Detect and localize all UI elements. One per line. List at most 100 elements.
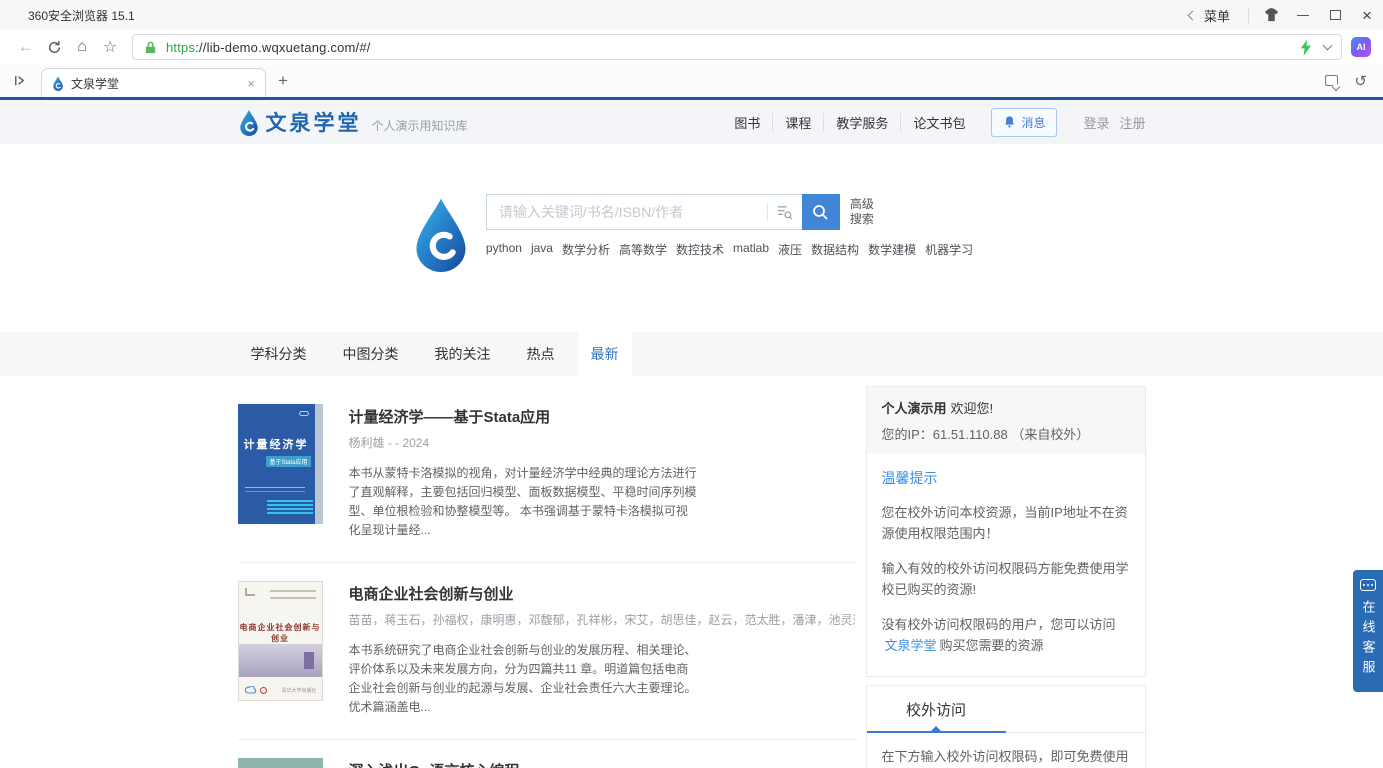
hot-keyword[interactable]: 数学建模 bbox=[868, 241, 916, 258]
main-content: 计量经济学 基于Stata应用 计量经济学——基于Stata应用 杨利雄 - -… bbox=[238, 376, 1146, 768]
hot-keyword[interactable]: 液压 bbox=[778, 241, 802, 258]
minimize-button[interactable] bbox=[1287, 0, 1319, 30]
search-button[interactable] bbox=[802, 194, 840, 230]
browser-toolbar: ← ⌂ ☆ https://lib-demo.wqxuetang.com/#/ … bbox=[0, 30, 1383, 64]
register-link[interactable]: 注册 bbox=[1119, 113, 1145, 132]
auth-links: 登录 注册 bbox=[1083, 113, 1145, 132]
close-icon: × bbox=[1362, 7, 1372, 24]
book-title[interactable]: 电商企业社会创新与创业 bbox=[349, 583, 855, 604]
hot-keyword[interactable]: python bbox=[486, 241, 522, 258]
hot-keyword[interactable]: matlab bbox=[733, 241, 769, 258]
browser-tabstrip: 文泉学堂 × + ↺ bbox=[0, 64, 1383, 97]
cover-publisher: 清华大学出版社 bbox=[281, 687, 316, 694]
menu-chevron-icon[interactable] bbox=[1188, 10, 1198, 20]
login-link[interactable]: 登录 bbox=[1083, 113, 1109, 132]
welcome-line: 个人演示用欢迎您! bbox=[882, 398, 1130, 417]
nav-item-books[interactable]: 图书 bbox=[722, 113, 772, 132]
tab-empty bbox=[1006, 686, 1145, 732]
cover-header-lines bbox=[270, 590, 316, 599]
book-cover[interactable]: 深入浅出 Go语言核心编程 bbox=[238, 758, 323, 768]
tips-title[interactable]: 温馨提示 bbox=[882, 468, 1130, 488]
combined-search-icon[interactable] bbox=[768, 204, 802, 220]
browser-tab[interactable]: 文泉学堂 × bbox=[41, 68, 266, 97]
window-title: 360安全浏览器 15.1 bbox=[28, 7, 135, 24]
book-authors: 杨利雄 - - 2024 bbox=[349, 434, 697, 451]
online-service-button[interactable]: 在线客服 bbox=[1353, 570, 1383, 692]
site-logo-icon[interactable] bbox=[238, 109, 260, 136]
book-authors: 苗苗，蒋玉石，孙福权，康明惠，邓馥郁，孔祥彬，宋艾，胡思佳，赵云，范太胜，潘津，… bbox=[349, 611, 855, 628]
lock-icon bbox=[143, 40, 158, 55]
book-cover[interactable]: 电商企业社会创新与创业 清华大学出版社 bbox=[238, 581, 323, 701]
cover-cloud-logo-icon bbox=[299, 411, 309, 416]
titlebar-controls: 菜单 × bbox=[1189, 0, 1383, 30]
book-title[interactable]: 深入浅出Go语言核心编程 bbox=[349, 760, 697, 768]
cover-illustration-band bbox=[239, 644, 322, 677]
star-icon: ☆ bbox=[103, 37, 117, 57]
cover-stripes bbox=[267, 500, 313, 514]
hot-keyword[interactable]: 数学分析 bbox=[562, 241, 610, 258]
new-tab-button[interactable]: + bbox=[278, 71, 288, 91]
refresh-button[interactable] bbox=[40, 34, 68, 60]
advanced-search-link[interactable]: 高级搜索 bbox=[850, 197, 874, 227]
back-button[interactable]: ← bbox=[12, 34, 40, 60]
tab-close-button[interactable]: × bbox=[247, 76, 255, 91]
search-input-wrap bbox=[486, 194, 802, 230]
menu-button[interactable]: 菜单 bbox=[1204, 6, 1230, 25]
close-window-button[interactable]: × bbox=[1351, 0, 1383, 30]
cover-badge: 基于Stata应用 bbox=[266, 456, 310, 467]
speed-lightning-icon[interactable] bbox=[1299, 39, 1312, 56]
welcome-block: 个人演示用欢迎您! 您的IP：61.51.110.88 （来自校外） bbox=[867, 387, 1145, 454]
tab-clc-category[interactable]: 中图分类 bbox=[330, 332, 412, 376]
hot-keywords: python java 数学分析 高等数学 数控技术 matlab 液压 数据结… bbox=[486, 241, 973, 258]
tab-hot[interactable]: 热点 bbox=[514, 332, 568, 376]
tip-text: 没有校外访问权限码的用户，您可以访问文泉学堂购买您需要的资源 bbox=[882, 614, 1130, 656]
addressbar-actions bbox=[1299, 39, 1331, 56]
tab-subject-category[interactable]: 学科分类 bbox=[238, 332, 320, 376]
cover-press-seal-icon bbox=[260, 687, 267, 694]
restore-tab-icon[interactable]: ↺ bbox=[1354, 72, 1367, 90]
search-input[interactable] bbox=[487, 204, 767, 220]
hot-keyword[interactable]: java bbox=[531, 241, 553, 258]
online-service-label: 在线客服 bbox=[1359, 600, 1378, 680]
book-title[interactable]: 计量经济学——基于Stata应用 bbox=[349, 406, 697, 427]
category-tabbar: 学科分类 中图分类 我的关注 热点 最新 bbox=[0, 332, 1383, 376]
access-description: 在下方输入校外访问权限码，即可免费使用学校已购买的资源。 bbox=[882, 746, 1130, 768]
url-dropdown-icon[interactable] bbox=[1323, 41, 1333, 51]
hot-keyword[interactable]: 数据结构 bbox=[811, 241, 859, 258]
tab-my-follows[interactable]: 我的关注 bbox=[422, 332, 504, 376]
big-droplet-logo-icon bbox=[410, 196, 472, 272]
tab-list-icon[interactable] bbox=[1325, 75, 1338, 86]
address-bar[interactable]: https://lib-demo.wqxuetang.com/#/ bbox=[132, 34, 1342, 60]
home-button[interactable]: ⌂ bbox=[68, 34, 96, 60]
book-cover[interactable]: 计量经济学 基于Stata应用 bbox=[238, 404, 323, 524]
bookmark-button[interactable]: ☆ bbox=[96, 34, 124, 60]
titlebar-divider bbox=[1248, 7, 1249, 23]
hot-keyword[interactable]: 数控技术 bbox=[676, 241, 724, 258]
cover-title: 电商企业社会创新与创业 bbox=[239, 622, 322, 644]
wqxuetang-link[interactable]: 文泉学堂 bbox=[885, 638, 937, 653]
message-button[interactable]: 消息 bbox=[991, 108, 1057, 137]
tips-block: 温馨提示 您在校外访问本校资源，当前IP地址不在资源使用权限范围内！ 输入有效的… bbox=[867, 454, 1145, 676]
book-item: 深入浅出 Go语言核心编程 深入浅出Go语言核心编程 张朝明、李奕锋、甘海彬 -… bbox=[238, 739, 858, 768]
cover-title: 计量经济学 bbox=[238, 436, 323, 452]
url-text[interactable]: https://lib-demo.wqxuetang.com/#/ bbox=[166, 40, 371, 55]
tab-latest[interactable]: 最新 bbox=[578, 332, 632, 376]
nav-item-teaching[interactable]: 教学服务 bbox=[823, 113, 900, 132]
ai-assistant-button[interactable]: AI bbox=[1351, 37, 1371, 57]
nav-item-courses[interactable]: 课程 bbox=[772, 113, 823, 132]
hot-keyword[interactable]: 机器学习 bbox=[925, 241, 973, 258]
tab-offcampus-access[interactable]: 校外访问 bbox=[867, 686, 1006, 732]
book-description: 本书从蒙特卡洛模拟的视角，对计量经济学中经典的理论方法进行了直观解释，主要包括回… bbox=[349, 464, 697, 540]
site-name[interactable]: 文泉学堂 bbox=[266, 107, 362, 137]
site-header: 文泉学堂 个人演示用知识库 图书 课程 教学服务 论文书包 消息 登录 注册 bbox=[0, 100, 1383, 144]
sidebar-expander-button[interactable] bbox=[12, 73, 27, 88]
message-label: 消息 bbox=[1021, 114, 1045, 131]
back-icon: ← bbox=[18, 37, 35, 57]
maximize-button[interactable] bbox=[1319, 0, 1351, 30]
nav-item-papers[interactable]: 论文书包 bbox=[900, 113, 977, 132]
hot-keyword[interactable]: 高等数学 bbox=[619, 241, 667, 258]
theme-skin-button[interactable] bbox=[1255, 0, 1287, 30]
expander-icon bbox=[12, 73, 27, 88]
favicon-droplet-icon bbox=[52, 76, 64, 91]
ip-line: 您的IP：61.51.110.88 （来自校外） bbox=[882, 424, 1130, 443]
